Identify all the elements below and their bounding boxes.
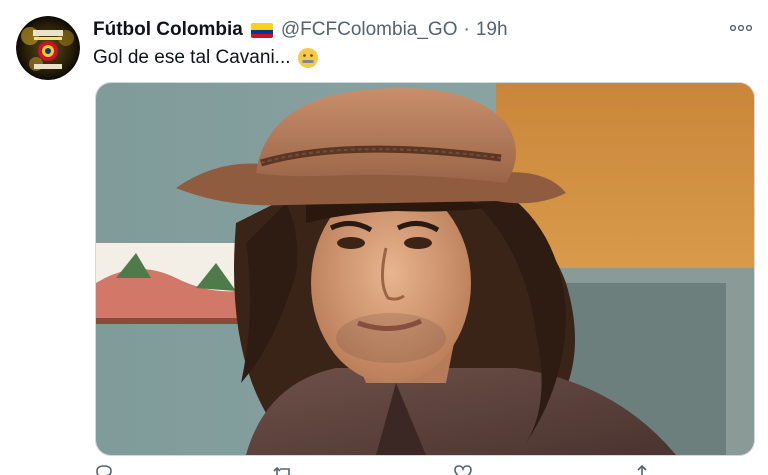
tweet-actions xyxy=(93,463,653,475)
user-handle[interactable]: @FCFColombia_GO xyxy=(281,19,458,41)
retweet-button[interactable] xyxy=(272,463,294,475)
display-name[interactable]: Fútbol Colombia xyxy=(93,19,243,41)
tweet-text: Gol de ese tal Cavani... xyxy=(93,45,319,71)
like-icon xyxy=(453,465,472,475)
tweet: Fútbol Colombia @FCFColombia_GO · 19h Go… xyxy=(0,0,768,475)
zipper-mouth-face-icon xyxy=(297,47,319,69)
share-button[interactable] xyxy=(631,463,653,475)
more-options-button[interactable] xyxy=(728,18,754,38)
retweet-icon xyxy=(273,466,293,475)
like-button[interactable] xyxy=(452,463,474,475)
share-icon xyxy=(637,464,647,475)
timestamp[interactable]: 19h xyxy=(476,19,508,41)
tweet-text-content: Gol de ese tal Cavani... xyxy=(93,47,291,68)
reply-icon xyxy=(96,465,112,475)
tweet-header: Fútbol Colombia @FCFColombia_GO · 19h xyxy=(93,17,708,43)
tweet-photo[interactable] xyxy=(95,82,755,456)
separator-dot: · xyxy=(463,19,470,40)
avatar[interactable] xyxy=(16,16,80,80)
reply-button[interactable] xyxy=(93,463,115,475)
more-icon xyxy=(730,25,752,31)
colombia-flag-icon xyxy=(250,22,273,38)
